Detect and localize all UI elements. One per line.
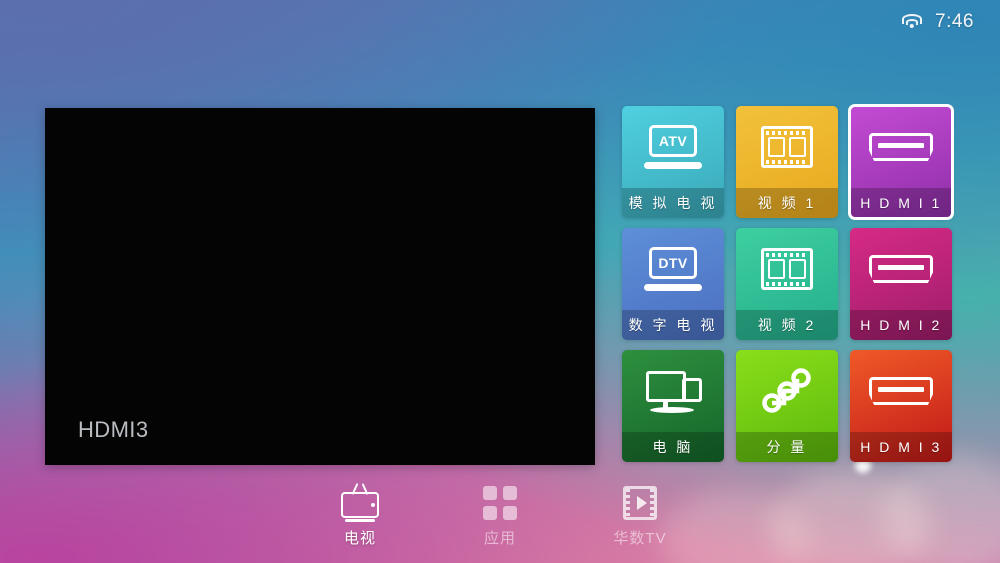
source-tile-component[interactable]: 分 量 [736,350,838,462]
source-tile-art-hdmi1 [850,106,952,188]
preview-source-label: HDMI3 [78,417,149,442]
source-tile-wrap-hdmi2: H D M I 2 [850,228,952,340]
source-tile-label-component: 分 量 [736,432,838,462]
source-tile-label-hdmi1: H D M I 1 [850,188,952,218]
source-tile-video1[interactable]: 视 频 1 [736,106,838,218]
source-selection-grid: ATV 模 拟 电 视视 频 1 H D M I 1 DTV 数 字 电 视视 频 2 H… [622,104,954,462]
source-tile-art-hdmi2 [850,228,952,310]
source-tile-video2[interactable]: 视 频 2 [736,228,838,340]
video-preview-panel[interactable]: HDMI3 [45,108,595,465]
source-tile-art-dtv: DTV [622,228,724,310]
nav-item-wasutv[interactable]: 华数TV [594,480,686,548]
nav-label-wasutv: 华数TV [613,530,667,547]
nav-icon-apps [483,480,517,520]
source-tile-wrap-pc: 电 脑 [622,350,724,462]
wifi-icon [901,14,922,30]
hdmi-port-icon [869,255,933,283]
apps-grid-icon [483,486,517,520]
source-tile-art-video1 [736,106,838,188]
source-tile-art-atv: ATV [622,106,724,188]
video-play-icon [623,486,657,520]
nav-icon-wasutv [623,480,657,520]
source-tile-art-component [736,350,838,432]
source-tile-wrap-hdmi3: H D M I 3 [850,350,952,462]
source-tile-label-hdmi2: H D M I 2 [850,310,952,340]
laptop-icon: DTV [644,247,702,291]
nav-label-tv: 电视 [343,530,376,547]
source-tile-wrap-dtv: DTV 数 字 电 视 [622,228,724,340]
source-tile-label-hdmi3: H D M I 3 [850,432,952,462]
source-tile-hdmi2[interactable]: H D M I 2 [850,228,952,340]
source-tile-art-video2 [736,228,838,310]
source-tile-wrap-video2: 视 频 2 [736,228,838,340]
component-node-icon [759,367,815,415]
status-bar: 7:46 [760,0,1000,44]
nav-icon-tv [341,480,379,522]
dual-monitor-icon [644,369,702,413]
source-tile-wrap-video1: 视 频 1 [736,106,838,218]
source-tile-hdmi1[interactable]: H D M I 1 [848,104,954,220]
source-tile-label-dtv: 数 字 电 视 [622,310,724,340]
film-strip-icon [761,126,813,168]
source-tile-label-pc: 电 脑 [622,432,724,462]
hdmi-port-icon [869,377,933,405]
bottom-navigation-bar: 电视 应用 华数TV [0,471,1000,557]
source-tile-dtv[interactable]: DTV 数 字 电 视 [622,228,724,340]
hdmi-port-icon [869,133,933,161]
nav-label-apps: 应用 [483,530,516,547]
source-tile-wrap-atv: ATV 模 拟 电 视 [622,106,724,218]
nav-item-tv[interactable]: 电视 [314,480,406,548]
source-tile-atv[interactable]: ATV 模 拟 电 视 [622,106,724,218]
laptop-icon: ATV [644,125,702,169]
source-tile-art-pc [622,350,724,432]
status-clock: 7:46 [935,11,974,32]
source-tile-label-video2: 视 频 2 [736,310,838,340]
source-tile-hdmi3[interactable]: H D M I 3 [850,350,952,462]
nav-item-apps[interactable]: 应用 [454,480,546,548]
source-tile-label-video1: 视 频 1 [736,188,838,218]
source-tile-wrap-component: 分 量 [736,350,838,462]
film-strip-icon [761,248,813,290]
source-tile-wrap-hdmi1: H D M I 1 [848,104,954,220]
tv-icon [341,483,379,522]
source-tile-pc[interactable]: 电 脑 [622,350,724,462]
source-tile-label-atv: 模 拟 电 视 [622,188,724,218]
source-tile-art-hdmi3 [850,350,952,432]
